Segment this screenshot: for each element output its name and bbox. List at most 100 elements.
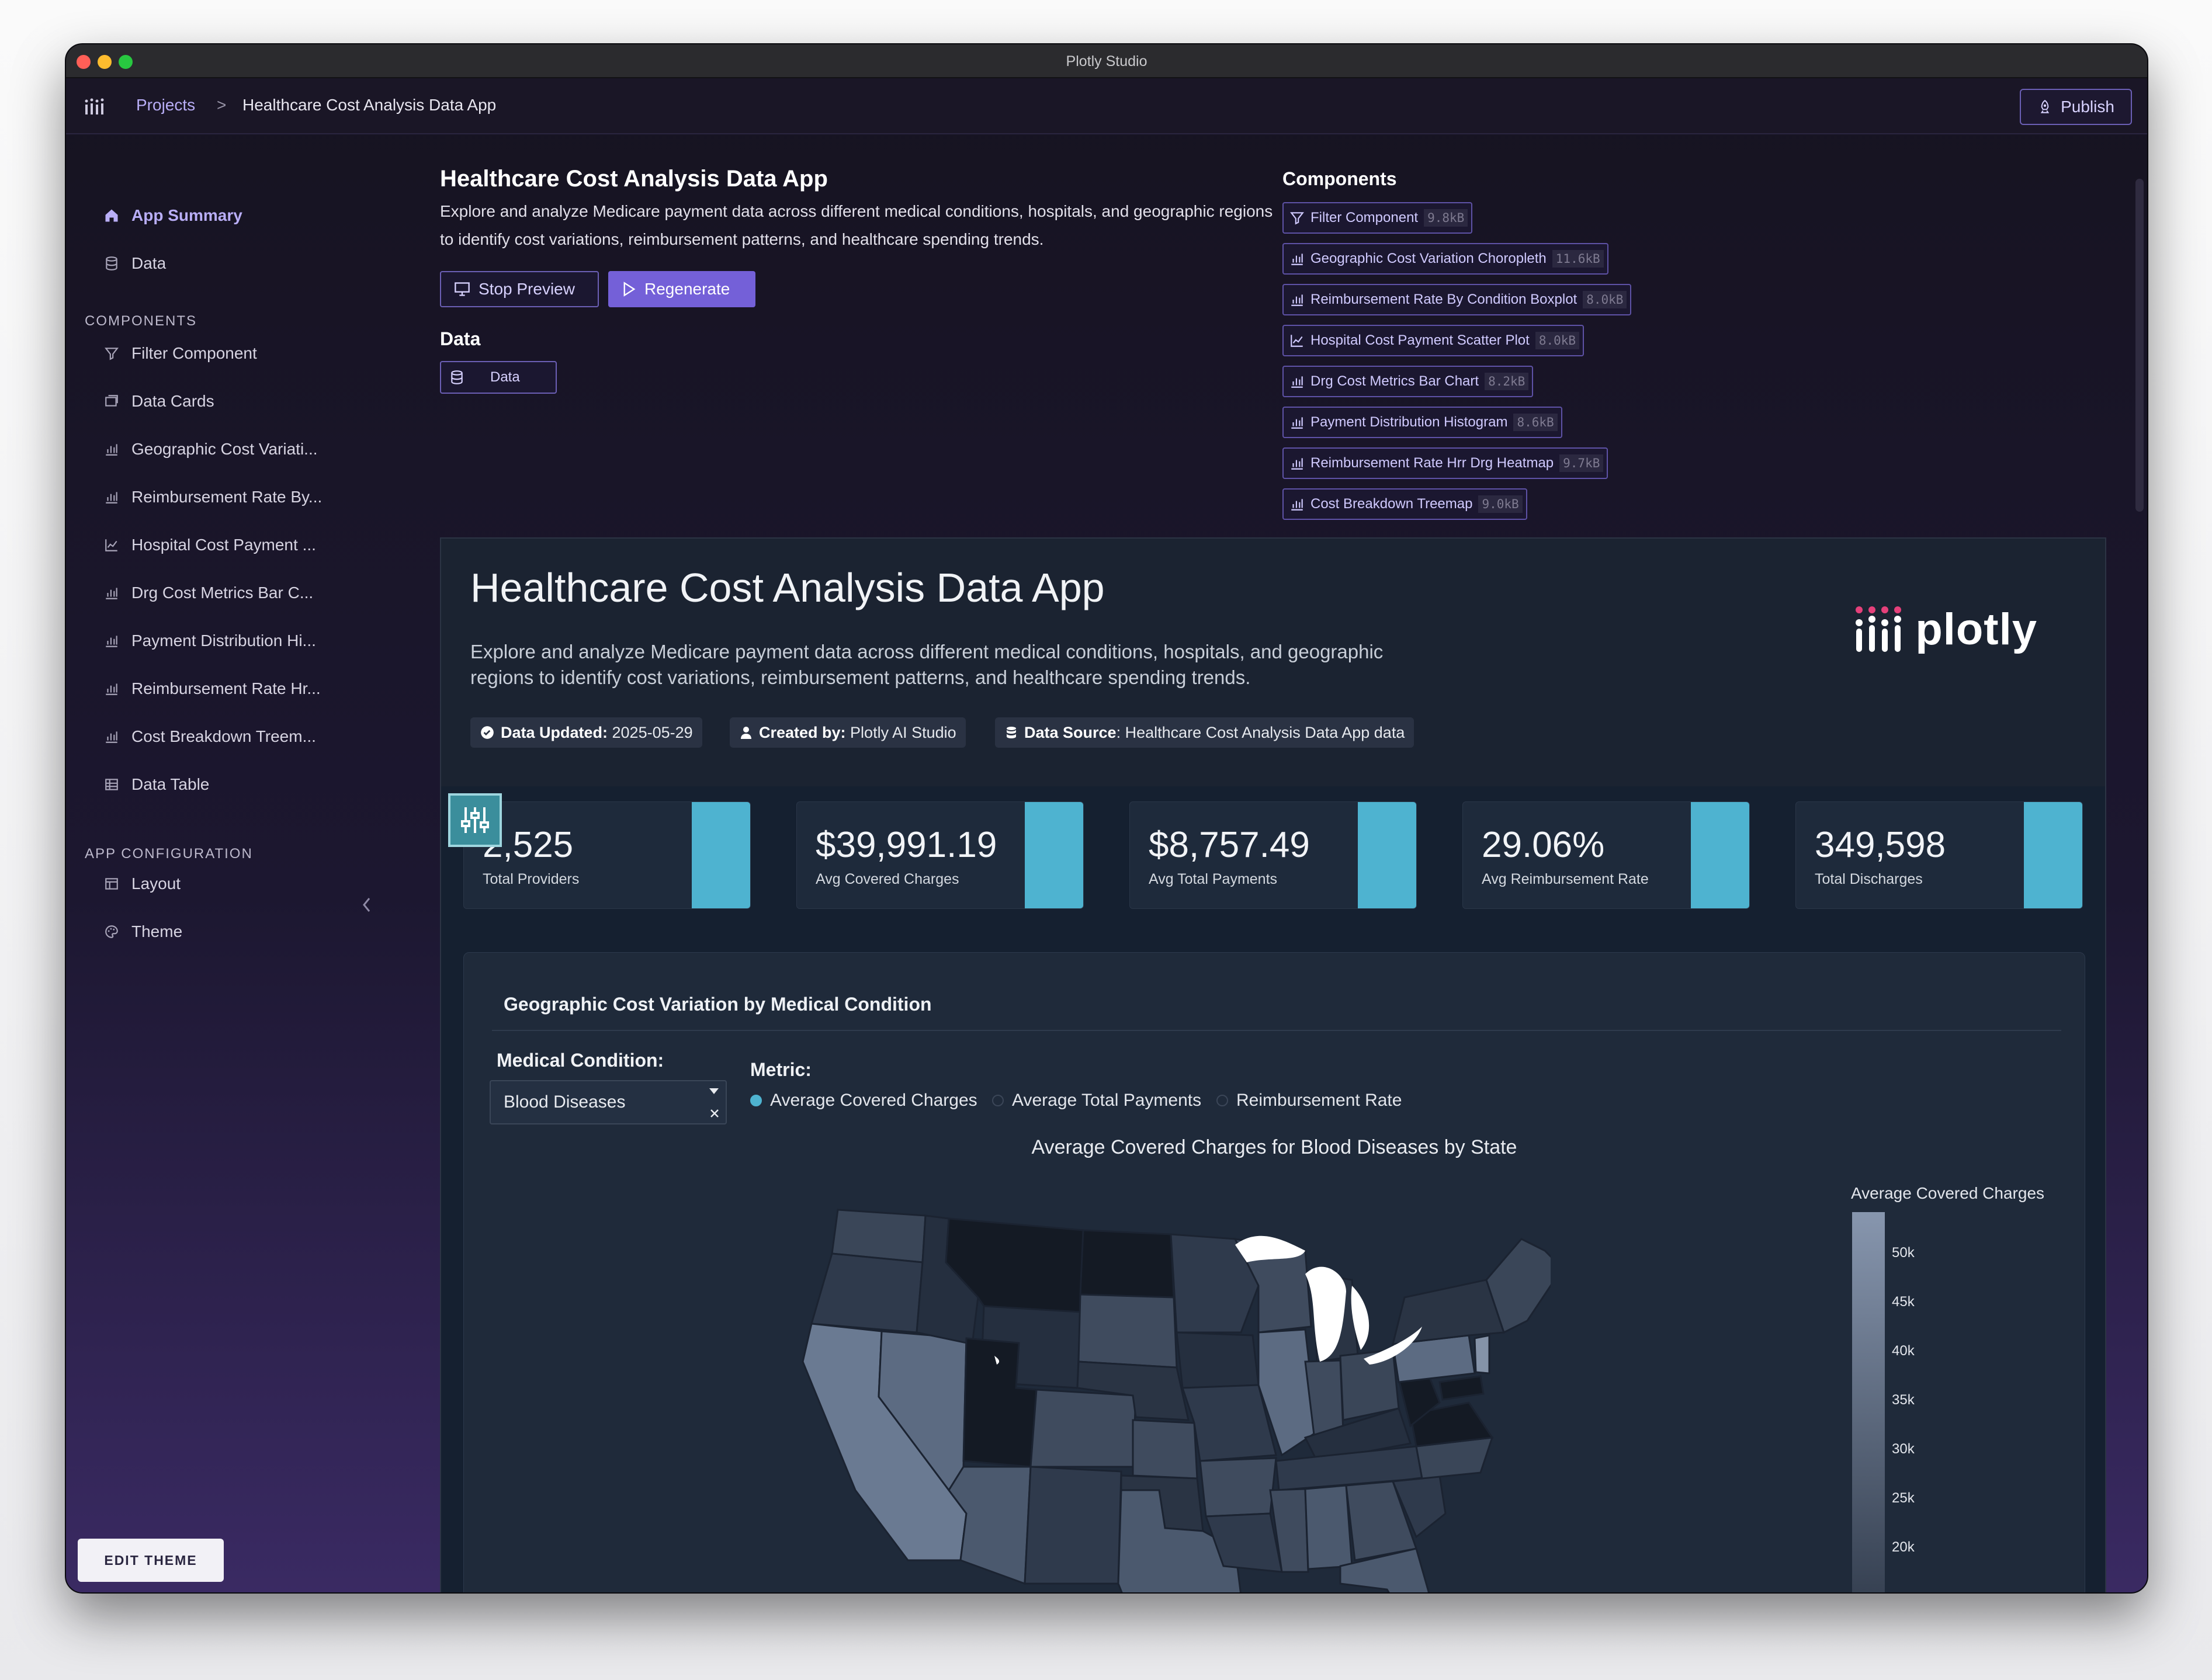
- component-chip-label: Drg Cost Metrics Bar Chart: [1310, 373, 1479, 389]
- kpi-card: $8,757.49 Avg Total Payments: [1129, 801, 1417, 909]
- component-chip-label: Hospital Cost Payment Scatter Plot: [1310, 332, 1530, 348]
- kpi-accent-bar: [1025, 802, 1083, 908]
- clear-icon[interactable]: [709, 1108, 720, 1119]
- caret-down-icon[interactable]: [708, 1087, 720, 1095]
- publish-button[interactable]: Publish: [2020, 89, 2132, 125]
- regenerate-button[interactable]: Regenerate: [608, 271, 755, 307]
- sidebar-item-data[interactable]: Data: [103, 249, 166, 278]
- metric-radio[interactable]: Average Total Payments: [992, 1091, 1201, 1110]
- metric-radio[interactable]: Average Covered Charges: [750, 1091, 977, 1110]
- geo-cost-card: Geographic Cost Variation by Medical Con…: [463, 952, 2085, 1594]
- sidebar-item-label: App Summary: [131, 206, 242, 224]
- sidebar-item-label: Data Table: [131, 775, 210, 793]
- sidebar-item-label: Drg Cost Metrics Bar C...: [131, 584, 314, 602]
- app-preview: Healthcare Cost Analysis Data App Explor…: [440, 537, 2106, 1594]
- breadcrumb-projects[interactable]: Projects: [136, 96, 195, 114]
- sidebar-item-layout[interactable]: Layout: [103, 869, 181, 898]
- sidebar-item-component[interactable]: Reimbursement Rate By...: [103, 483, 322, 512]
- condition-dropdown[interactable]: Blood Diseases: [490, 1080, 727, 1124]
- badge-value: 2025-05-29: [608, 723, 693, 741]
- edit-theme-button[interactable]: EDIT THEME: [78, 1539, 224, 1582]
- badge-key: Data Source: [1024, 723, 1117, 741]
- plotly-wordmark: plotly: [1915, 605, 2037, 654]
- sidebar-item-component[interactable]: Cost Breakdown Treem...: [103, 722, 316, 751]
- sidebar-item-component[interactable]: Data Cards: [103, 387, 214, 416]
- component-chip-label: Filter Component: [1310, 210, 1419, 225]
- kpi-label: Total Discharges: [1815, 871, 1923, 887]
- kpi-card: 2,525 Total Providers: [463, 801, 751, 909]
- publish-label: Publish: [2061, 98, 2114, 116]
- kpi-value: $39,991.19: [816, 825, 997, 865]
- close-window-button[interactable]: [77, 55, 91, 69]
- component-chip[interactable]: Payment Distribution Histogram 8.6kB: [1282, 407, 1562, 438]
- component-chip[interactable]: Filter Component 9.8kB: [1282, 202, 1473, 234]
- stop-preview-button[interactable]: Stop Preview: [440, 271, 599, 307]
- map-title: Average Covered Charges for Blood Diseas…: [1031, 1136, 1517, 1158]
- maximize-window-button[interactable]: [119, 55, 133, 69]
- component-chip[interactable]: Drg Cost Metrics Bar Chart 8.2kB: [1282, 366, 1534, 397]
- kpi-value: 29.06%: [1482, 825, 1605, 865]
- app-config-heading: APP CONFIGURATION: [85, 846, 253, 862]
- component-chip[interactable]: Geographic Cost Variation Choropleth 11.6…: [1282, 243, 1608, 275]
- play-icon: [623, 282, 636, 297]
- radio-indicator[interactable]: [992, 1095, 1004, 1106]
- sidebar-item-component[interactable]: Hospital Cost Payment ...: [103, 530, 316, 560]
- colorbar-title: Average Covered Charges: [1851, 1184, 2045, 1202]
- state-alabama: [1304, 1484, 1353, 1570]
- home-icon: [103, 207, 120, 224]
- kpi-value: $8,757.49: [1149, 825, 1310, 865]
- us-choropleth-map[interactable]: [791, 1186, 1551, 1594]
- regenerate-label: Regenerate: [644, 280, 730, 298]
- sidebar-item-component[interactable]: Drg Cost Metrics Bar C...: [103, 578, 313, 608]
- rocket-icon: [2040, 99, 2050, 113]
- data-chip-button[interactable]: Data: [440, 361, 557, 394]
- component-chip[interactable]: Hospital Cost Payment Scatter Plot 8.0kB: [1282, 325, 1585, 356]
- sliders-icon: [461, 807, 489, 833]
- plotly-logo-icon[interactable]: [85, 98, 105, 116]
- component-chip[interactable]: Reimbursement Rate Hrr Drg Heatmap 9.7kB: [1282, 447, 1608, 479]
- collapse-sidebar-chevron-icon[interactable]: [360, 896, 373, 914]
- component-chip[interactable]: Reimbursement Rate By Condition Boxplot 8…: [1282, 284, 1632, 315]
- radio-indicator[interactable]: [1216, 1095, 1228, 1106]
- colorbar-tick: 25k: [1892, 1490, 1915, 1506]
- colorbar: [1852, 1212, 1885, 1592]
- minimize-window-button[interactable]: [98, 55, 112, 69]
- sidebar-item-component[interactable]: Filter Component: [103, 339, 257, 368]
- component-chip-label: Geographic Cost Variation Choropleth: [1310, 251, 1547, 266]
- kpi-label: Avg Reimbursement Rate: [1482, 871, 1649, 887]
- badge-key: Created by:: [759, 723, 846, 741]
- sidebar-item-label: Reimbursement Rate Hr...: [131, 679, 321, 697]
- preview-description: Explore and analyze Medicare payment dat…: [470, 641, 1384, 688]
- sidebar-item-component[interactable]: Data Table: [103, 770, 209, 799]
- sidebar-item-theme[interactable]: Theme: [103, 917, 182, 946]
- breadcrumb-separator: >: [217, 96, 227, 114]
- component-chip-size: 9.7kB: [1559, 454, 1604, 472]
- component-chip-size: 8.6kB: [1513, 414, 1558, 431]
- geo-card-title: Geographic Cost Variation by Medical Con…: [504, 994, 932, 1015]
- sidebar-item-component[interactable]: Reimbursement Rate Hr...: [103, 674, 321, 703]
- component-chip[interactable]: Cost Breakdown Treemap 9.0kB: [1282, 488, 1527, 520]
- filter-icon: [103, 345, 120, 362]
- bar-chart-icon: [1289, 415, 1305, 430]
- state-north-dakota: [1079, 1229, 1175, 1299]
- components-panel-heading: Components: [1282, 168, 1397, 189]
- filter-icon: [1289, 210, 1305, 225]
- component-chip-size: 8.0kB: [1535, 332, 1580, 349]
- info-badge: Data Updated: 2025-05-29: [470, 717, 702, 748]
- kpi-label: Avg Covered Charges: [816, 871, 959, 887]
- radio-indicator[interactable]: [750, 1095, 762, 1106]
- table-icon: [103, 776, 120, 793]
- metric-radio[interactable]: Reimbursement Rate: [1216, 1091, 1402, 1110]
- card-divider: [492, 1030, 2061, 1031]
- kpi-card: $39,991.19 Avg Covered Charges: [796, 801, 1084, 909]
- data-heading: Data: [440, 328, 481, 349]
- component-chip-size: 8.0kB: [1583, 291, 1627, 308]
- filter-toggle-button[interactable]: [448, 793, 502, 847]
- sidebar-item-app-summary[interactable]: App Summary: [103, 201, 242, 230]
- main-scrollbar[interactable]: [2135, 179, 2144, 512]
- bar-chart-icon: [103, 585, 120, 601]
- state-maryland: [1438, 1375, 1485, 1401]
- sidebar-item-component[interactable]: Geographic Cost Variati...: [103, 435, 318, 464]
- sidebar-item-component[interactable]: Payment Distribution Hi...: [103, 626, 316, 655]
- bar-chart-icon: [103, 489, 120, 505]
